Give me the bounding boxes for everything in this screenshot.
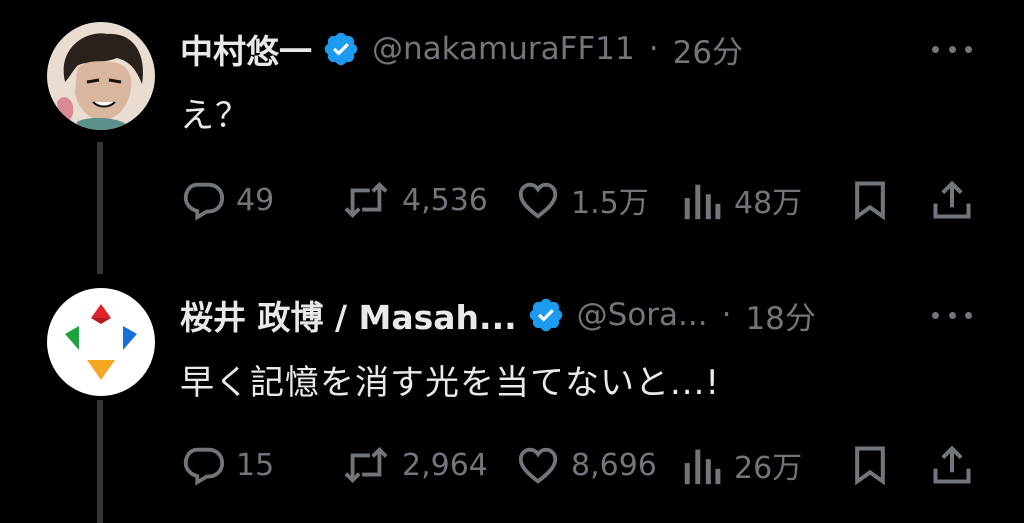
reply-button[interactable]: 49 bbox=[180, 175, 274, 225]
bar-chart-icon bbox=[684, 449, 721, 485]
speech-bubble-icon bbox=[183, 182, 225, 221]
avatar-nakamura[interactable] bbox=[47, 22, 155, 130]
repost-arrows-icon bbox=[344, 446, 388, 484]
like-button[interactable]: 8,696 bbox=[515, 440, 657, 490]
bookmark-icon bbox=[855, 181, 885, 221]
speech-bubble-icon bbox=[183, 447, 225, 486]
bookmark-button[interactable] bbox=[848, 175, 892, 225]
repost-count: 2,964 bbox=[402, 447, 488, 483]
repost-arrows-icon bbox=[344, 181, 388, 219]
more-dots-icon[interactable] bbox=[932, 309, 972, 321]
heart-icon bbox=[518, 447, 558, 484]
avatar-illustration bbox=[47, 22, 155, 130]
heart-icon bbox=[518, 182, 558, 219]
like-button[interactable]: 1.5万 bbox=[515, 175, 649, 225]
more-dots-icon[interactable] bbox=[932, 43, 972, 55]
verified-badge-icon bbox=[322, 30, 360, 68]
like-count: 1.5万 bbox=[571, 186, 649, 221]
reply-count: 15 bbox=[236, 447, 275, 483]
tweet-header: 中村悠一 @nakamuraFF11 · 26分 bbox=[180, 24, 743, 74]
share-button[interactable] bbox=[930, 440, 974, 490]
author-handle[interactable]: @nakamuraFF11 bbox=[372, 31, 635, 67]
repost-count: 4,536 bbox=[402, 182, 488, 218]
repost-button[interactable]: 2,964 bbox=[340, 440, 488, 490]
timestamp[interactable]: 26分 bbox=[673, 27, 743, 72]
like-count: 8,696 bbox=[571, 447, 657, 483]
author-name[interactable]: 中村悠一 bbox=[180, 25, 312, 73]
author-handle[interactable]: @Sora... bbox=[577, 297, 708, 333]
author-name[interactable]: 桜井 政博 / Masah... bbox=[180, 291, 517, 339]
share-upload-icon bbox=[933, 180, 971, 219]
thread-line-bottom bbox=[97, 400, 103, 523]
bar-chart-icon bbox=[684, 184, 721, 220]
verified-badge-icon bbox=[527, 296, 565, 334]
separator-dot: · bbox=[648, 31, 659, 67]
tweet-thread: 中村悠一 @nakamuraFF11 · 26分 え？ 49 4,536 1.5… bbox=[0, 0, 1024, 523]
separator-dot: · bbox=[721, 297, 732, 333]
share-button[interactable] bbox=[930, 175, 974, 225]
tweet-header: 桜井 政博 / Masah... @Sora... · 18分 bbox=[180, 290, 816, 340]
views-count: 48万 bbox=[734, 186, 803, 221]
reply-button[interactable]: 15 bbox=[180, 440, 274, 490]
bookmark-icon bbox=[855, 446, 885, 486]
tweet-text: え？ bbox=[180, 96, 250, 136]
repost-button[interactable]: 4,536 bbox=[340, 175, 488, 225]
tweet-actions: 49 4,536 1.5万 48万 bbox=[180, 175, 980, 225]
tweet-text: 早く記憶を消す光を当てないと...! bbox=[180, 363, 721, 403]
avatar-logo bbox=[47, 288, 155, 396]
share-upload-icon bbox=[933, 445, 971, 484]
views-count: 26万 bbox=[734, 451, 803, 486]
timestamp[interactable]: 18分 bbox=[745, 293, 815, 338]
thread-line-top bbox=[97, 142, 103, 274]
avatar-sakurai[interactable] bbox=[47, 288, 155, 396]
bookmark-button[interactable] bbox=[848, 440, 892, 490]
tweet-actions: 15 2,964 8,696 26万 bbox=[180, 440, 980, 490]
reply-count: 49 bbox=[236, 182, 275, 218]
views-button[interactable]: 48万 bbox=[680, 175, 802, 225]
views-button[interactable]: 26万 bbox=[680, 440, 802, 490]
